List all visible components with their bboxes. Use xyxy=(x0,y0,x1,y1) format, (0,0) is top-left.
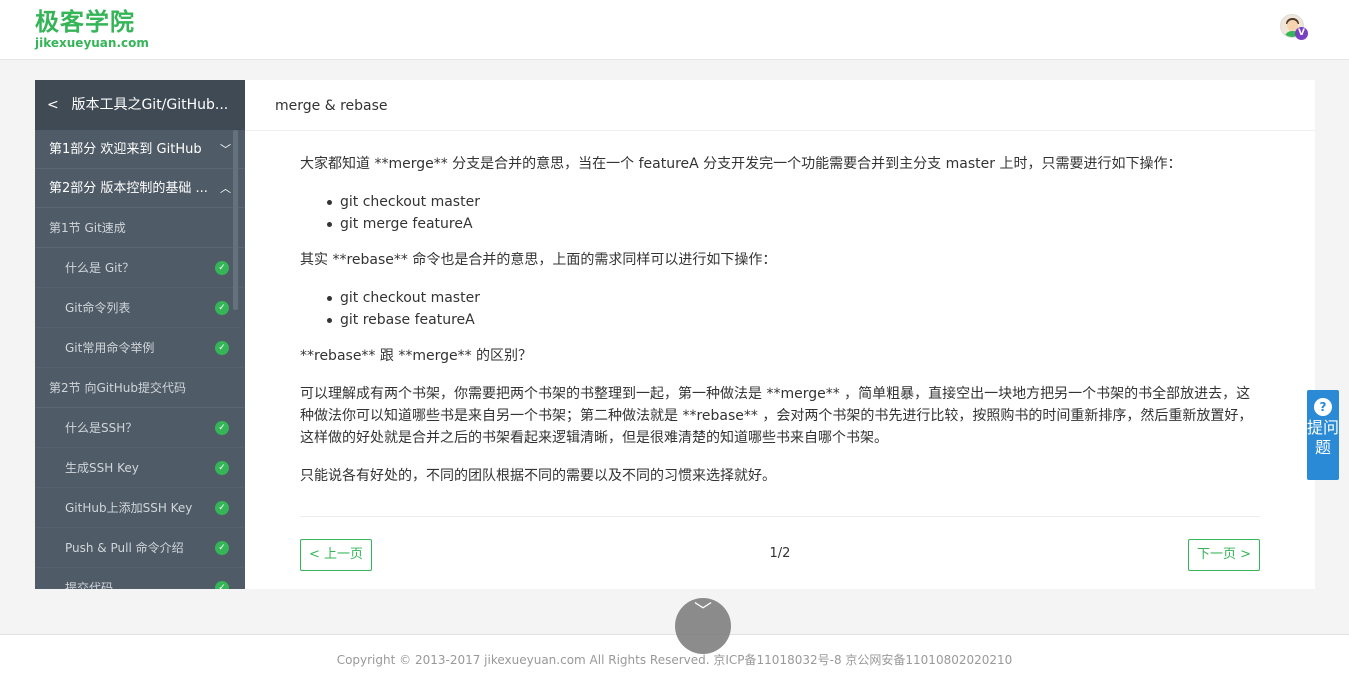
vip-badge: V xyxy=(1295,27,1308,40)
code-list: git checkout master git rebase featureA xyxy=(327,287,1260,331)
sidebar-lesson[interactable]: 什么是 Git？ ✓ xyxy=(35,248,245,288)
next-page-button[interactable]: 下一页 > xyxy=(1188,539,1260,571)
check-icon: ✓ xyxy=(215,341,229,355)
check-icon: ✓ xyxy=(215,261,229,275)
page-footer: Copyright © 2013-2017 jikexueyuan.com Al… xyxy=(0,634,1349,682)
divider xyxy=(300,516,1260,517)
sidebar-course-title[interactable]: < 版本工具之Git/GitHub... xyxy=(35,80,245,130)
sidebar-lesson[interactable]: Git命令列表 ✓ xyxy=(35,288,245,328)
ask-question-label: 提问题 xyxy=(1307,418,1340,457)
logo-text-cn: 极客学院 xyxy=(35,8,135,36)
check-icon: ✓ xyxy=(215,541,229,555)
check-icon: ✓ xyxy=(215,501,229,515)
paragraph: 其实 **rebase** 命令也是合并的意思，上面的需求同样可以进行如下操作： xyxy=(300,252,777,268)
paragraph: 大家都知道 **merge** 分支是合并的意思，当在一个 featureA 分… xyxy=(300,156,1182,172)
code-list: git checkout master git merge featureA xyxy=(327,191,1260,235)
list-item: git checkout master xyxy=(327,287,1260,309)
check-icon: ✓ xyxy=(215,461,229,475)
copyright-text: Copyright © 2013-2017 jikexueyuan.com Al… xyxy=(336,653,1013,667)
list-item: git rebase featureA xyxy=(327,309,1260,331)
chevron-left-icon[interactable]: < xyxy=(47,80,67,130)
sidebar-lesson[interactable]: 提交代码 ✓ xyxy=(35,568,245,589)
lesson-body: 大家都知道 **merge** 分支是合并的意思，当在一个 featureA 分… xyxy=(300,153,1260,503)
lesson-content-panel: merge & rebase 大家都知道 **merge** 分支是合并的意思，… xyxy=(245,80,1315,589)
check-icon: ✓ xyxy=(215,301,229,315)
check-icon: ✓ xyxy=(215,581,229,589)
course-title-label: 版本工具之Git/GitHub... xyxy=(71,97,229,113)
list-item: git checkout master xyxy=(327,191,1260,213)
sidebar-part-1[interactable]: 第1部分 欢迎来到 GitHub ﹀ xyxy=(35,130,245,169)
sidebar-scrollbar[interactable] xyxy=(233,130,238,310)
prev-page-button[interactable]: < 上一页 xyxy=(300,539,372,571)
sidebar-section-2[interactable]: 第2节 向GitHub提交代码 xyxy=(35,368,245,408)
chevron-down-icon[interactable]: ﹀ xyxy=(675,598,731,654)
sidebar-part-2[interactable]: 第2部分 版本控制的基础 ... ︿ xyxy=(35,169,245,208)
paragraph: 可以理解成有两个书架，你需要把两个书架的书整理到一起，第一种做法是 **merg… xyxy=(300,386,1253,446)
chevron-down-icon: ﹀ xyxy=(220,143,231,156)
question-bubble-icon: ? xyxy=(1314,398,1332,416)
sidebar-lesson[interactable]: GitHub上添加SSH Key ✓ xyxy=(35,488,245,528)
top-header: 极客学院 jikexueyuan.com V xyxy=(0,0,1349,60)
ask-question-button[interactable]: ? 提问题 xyxy=(1307,390,1339,480)
chevron-up-icon: ︿ xyxy=(220,182,231,195)
course-sidebar: < 版本工具之Git/GitHub... 第1部分 欢迎来到 GitHub ﹀ … xyxy=(35,80,245,589)
site-logo[interactable]: 极客学院 jikexueyuan.com xyxy=(35,8,149,50)
lesson-title: merge & rebase xyxy=(245,80,1315,131)
sidebar-lesson[interactable]: 生成SSH Key ✓ xyxy=(35,448,245,488)
paragraph: **rebase** 跟 **merge** 的区别？ xyxy=(300,348,533,364)
part-label: 第2部分 版本控制的基础 ... xyxy=(49,181,208,196)
list-item: git merge featureA xyxy=(327,213,1260,235)
page-indicator: 1/2 xyxy=(769,546,791,561)
sidebar-lesson[interactable]: 什么是SSH？ ✓ xyxy=(35,408,245,448)
paragraph: 只能说各有好处的，不同的团队根据不同的需要以及不同的习惯来选择就好。 xyxy=(300,468,776,484)
part-label: 第1部分 欢迎来到 GitHub xyxy=(49,142,202,157)
sidebar-lesson[interactable]: Git常用命令举例 ✓ xyxy=(35,328,245,368)
check-icon: ✓ xyxy=(215,421,229,435)
sidebar-lesson[interactable]: Push & Pull 命令介绍 ✓ xyxy=(35,528,245,568)
logo-text-en: jikexueyuan.com xyxy=(35,36,149,50)
sidebar-section-1[interactable]: 第1节 Git速成 xyxy=(35,208,245,248)
